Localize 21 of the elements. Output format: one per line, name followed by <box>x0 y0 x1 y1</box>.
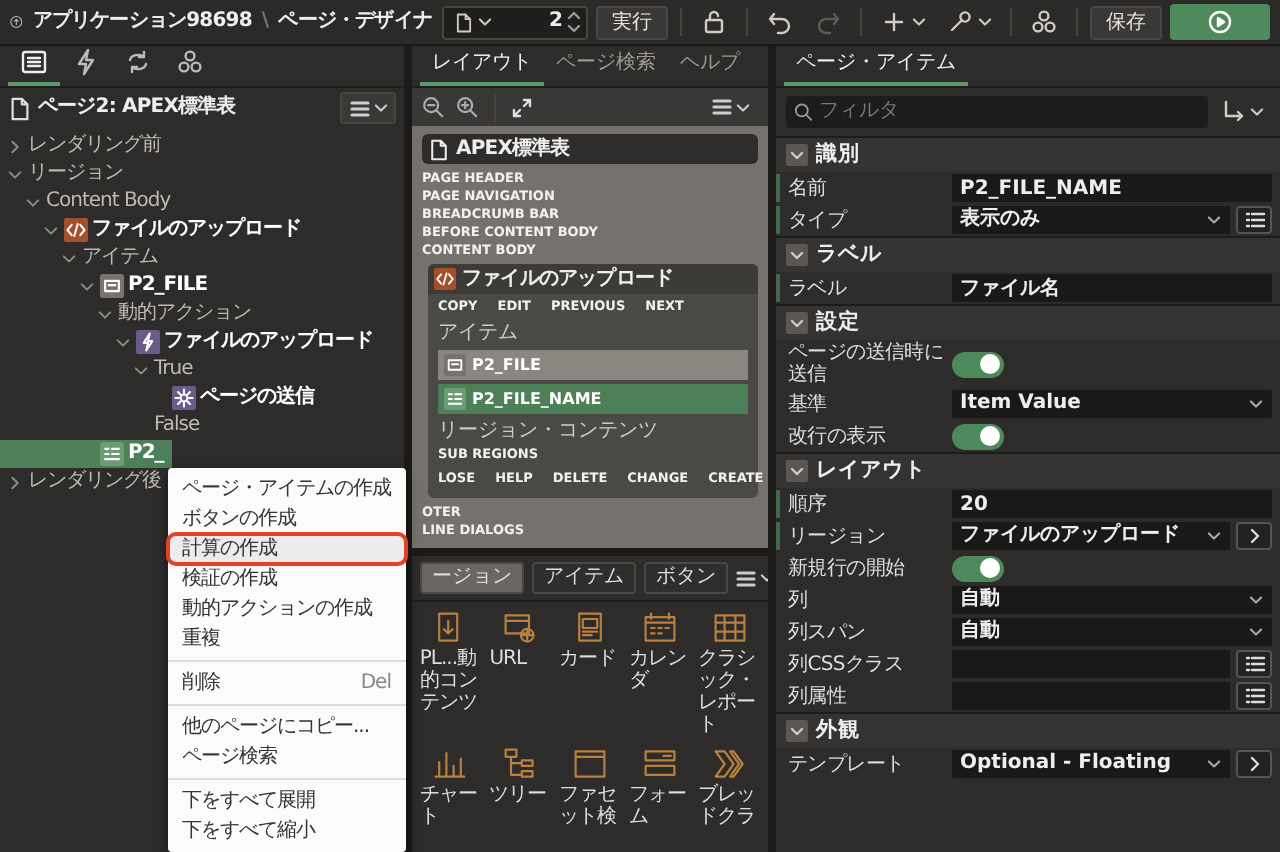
property-label: タイプ <box>788 209 850 231</box>
tree-title: ページ2: APEX標準表 <box>38 96 236 120</box>
property-label: 列スパン <box>788 621 868 643</box>
property-label: 名前 <box>788 177 829 199</box>
section-label: リージョン・コンテンツ <box>436 418 660 444</box>
property-label: 順序 <box>788 493 829 515</box>
region-title: ファイルのアップロード <box>462 267 674 291</box>
property-label: リージョン <box>788 525 888 547</box>
property-label: 新規行の開始 <box>788 557 907 579</box>
breadcrumb-separator: \ <box>261 10 269 34</box>
property-label: 列属性 <box>788 685 849 707</box>
page-name: APEX標準表 <box>456 137 570 161</box>
property-label: 基準 <box>788 393 829 415</box>
property-label: 改行の表示 <box>788 425 888 447</box>
section-label: アイテム <box>436 320 520 346</box>
property-label: 列 <box>788 589 810 611</box>
page-title: ページ・デザイナ <box>278 10 432 34</box>
property-label: ラベル <box>788 277 849 299</box>
property-label: 列CSSクラス <box>788 653 906 675</box>
property-label: テンプレート <box>788 753 907 775</box>
property-label: ページの送信時に送信 <box>788 342 946 386</box>
